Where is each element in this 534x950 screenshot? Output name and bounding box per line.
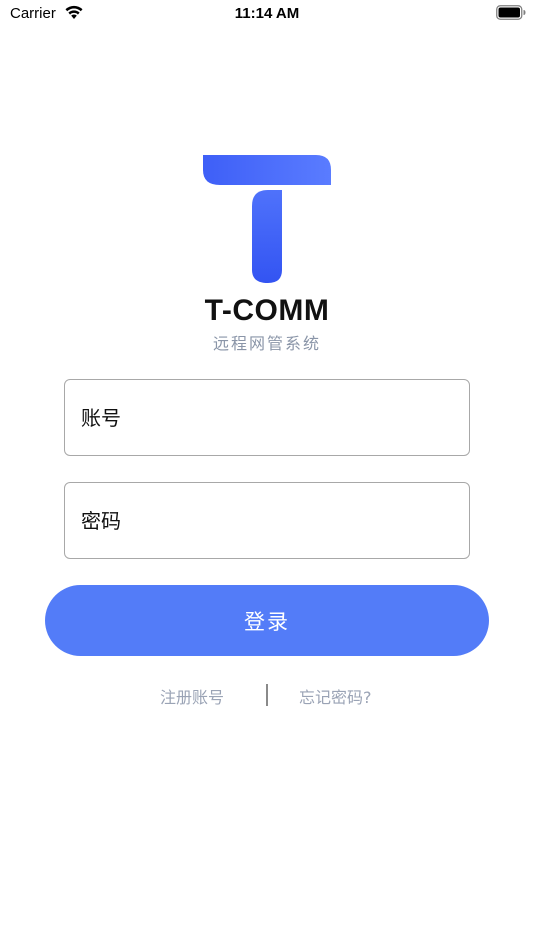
login-screen: Carrier 11:14 AM T-COMM 远程网管系统 账号 登录 注册账… bbox=[0, 0, 534, 950]
clock: 11:14 AM bbox=[234, 5, 300, 22]
t-comm-logo bbox=[203, 155, 331, 283]
forgot-password-link[interactable]: 忘记密码? bbox=[299, 684, 372, 708]
link-divider bbox=[266, 684, 268, 706]
battery-icon bbox=[496, 5, 526, 20]
auth-links: 注册账号 忘记密码? bbox=[0, 684, 534, 708]
register-link[interactable]: 注册账号 bbox=[160, 684, 224, 708]
brand-name: T-COMM bbox=[204, 294, 330, 327]
password-input[interactable] bbox=[65, 483, 469, 558]
password-field bbox=[64, 482, 470, 559]
account-field bbox=[64, 379, 470, 456]
brand-subtitle: 远程网管系统 bbox=[212, 334, 321, 353]
status-bar: Carrier 11:14 AM bbox=[0, 0, 534, 28]
login-button[interactable]: 登录 bbox=[45, 585, 489, 656]
account-input[interactable] bbox=[65, 380, 469, 455]
